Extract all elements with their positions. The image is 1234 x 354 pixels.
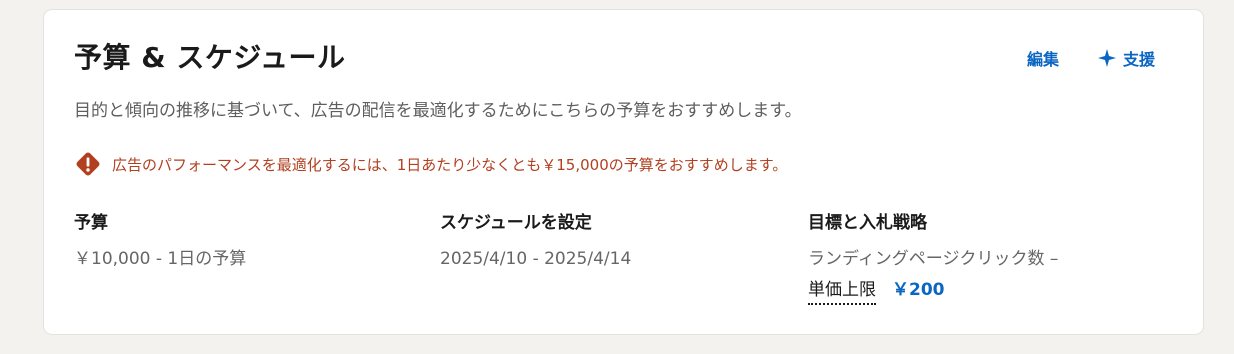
budget-label: 予算 bbox=[74, 213, 108, 233]
budget-schedule-card: 予算 & スケジュール 編集 支援 目的と傾向の推移に基づいて、広告の配信を最適… bbox=[44, 10, 1203, 334]
card-description: 目的と傾向の推移に基づいて、広告の配信を最適化するためにこちらの予算をおすすめし… bbox=[74, 101, 802, 121]
budget-value: ￥10,000 - 1日の予算 bbox=[74, 249, 247, 269]
card-actions: 編集 支援 bbox=[1027, 46, 1155, 70]
warning-icon bbox=[76, 152, 100, 176]
budget-section: 予算 ￥10,000 - 1日の予算 bbox=[74, 208, 246, 275]
schedule-value: 2025/4/10 - 2025/4/14 bbox=[440, 249, 632, 269]
edit-button[interactable]: 編集 bbox=[1027, 46, 1059, 70]
edit-label: 編集 bbox=[1026, 50, 1059, 69]
budget-warning: 広告のパフォーマンスを最適化するには、1日あたり少なくとも￥15,000の予算を… bbox=[74, 150, 787, 178]
bid-cap-label[interactable]: 単価上限 bbox=[808, 277, 876, 305]
bid-cap-value: ￥200 bbox=[892, 280, 945, 300]
card-title: 予算 & スケジュール bbox=[74, 41, 346, 74]
assist-button[interactable]: 支援 bbox=[1097, 46, 1155, 70]
strategy-section: 目標と入札戦略 ランディングページクリック数 – 単価上限 ￥200 bbox=[808, 208, 1058, 305]
bid-cap-row: 単価上限 ￥200 bbox=[808, 275, 1058, 305]
schedule-section: スケジュールを設定 2025/4/10 - 2025/4/14 bbox=[440, 208, 631, 275]
strategy-value: ランディングページクリック数 – bbox=[808, 249, 1059, 269]
strategy-label: 目標と入札戦略 bbox=[808, 213, 927, 233]
schedule-label: スケジュールを設定 bbox=[440, 213, 592, 233]
assist-label: 支援 bbox=[1122, 50, 1155, 69]
sparkle-icon bbox=[1097, 49, 1116, 67]
warning-text: 広告のパフォーマンスを最適化するには、1日あたり少なくとも￥15,000の予算を… bbox=[112, 155, 788, 174]
